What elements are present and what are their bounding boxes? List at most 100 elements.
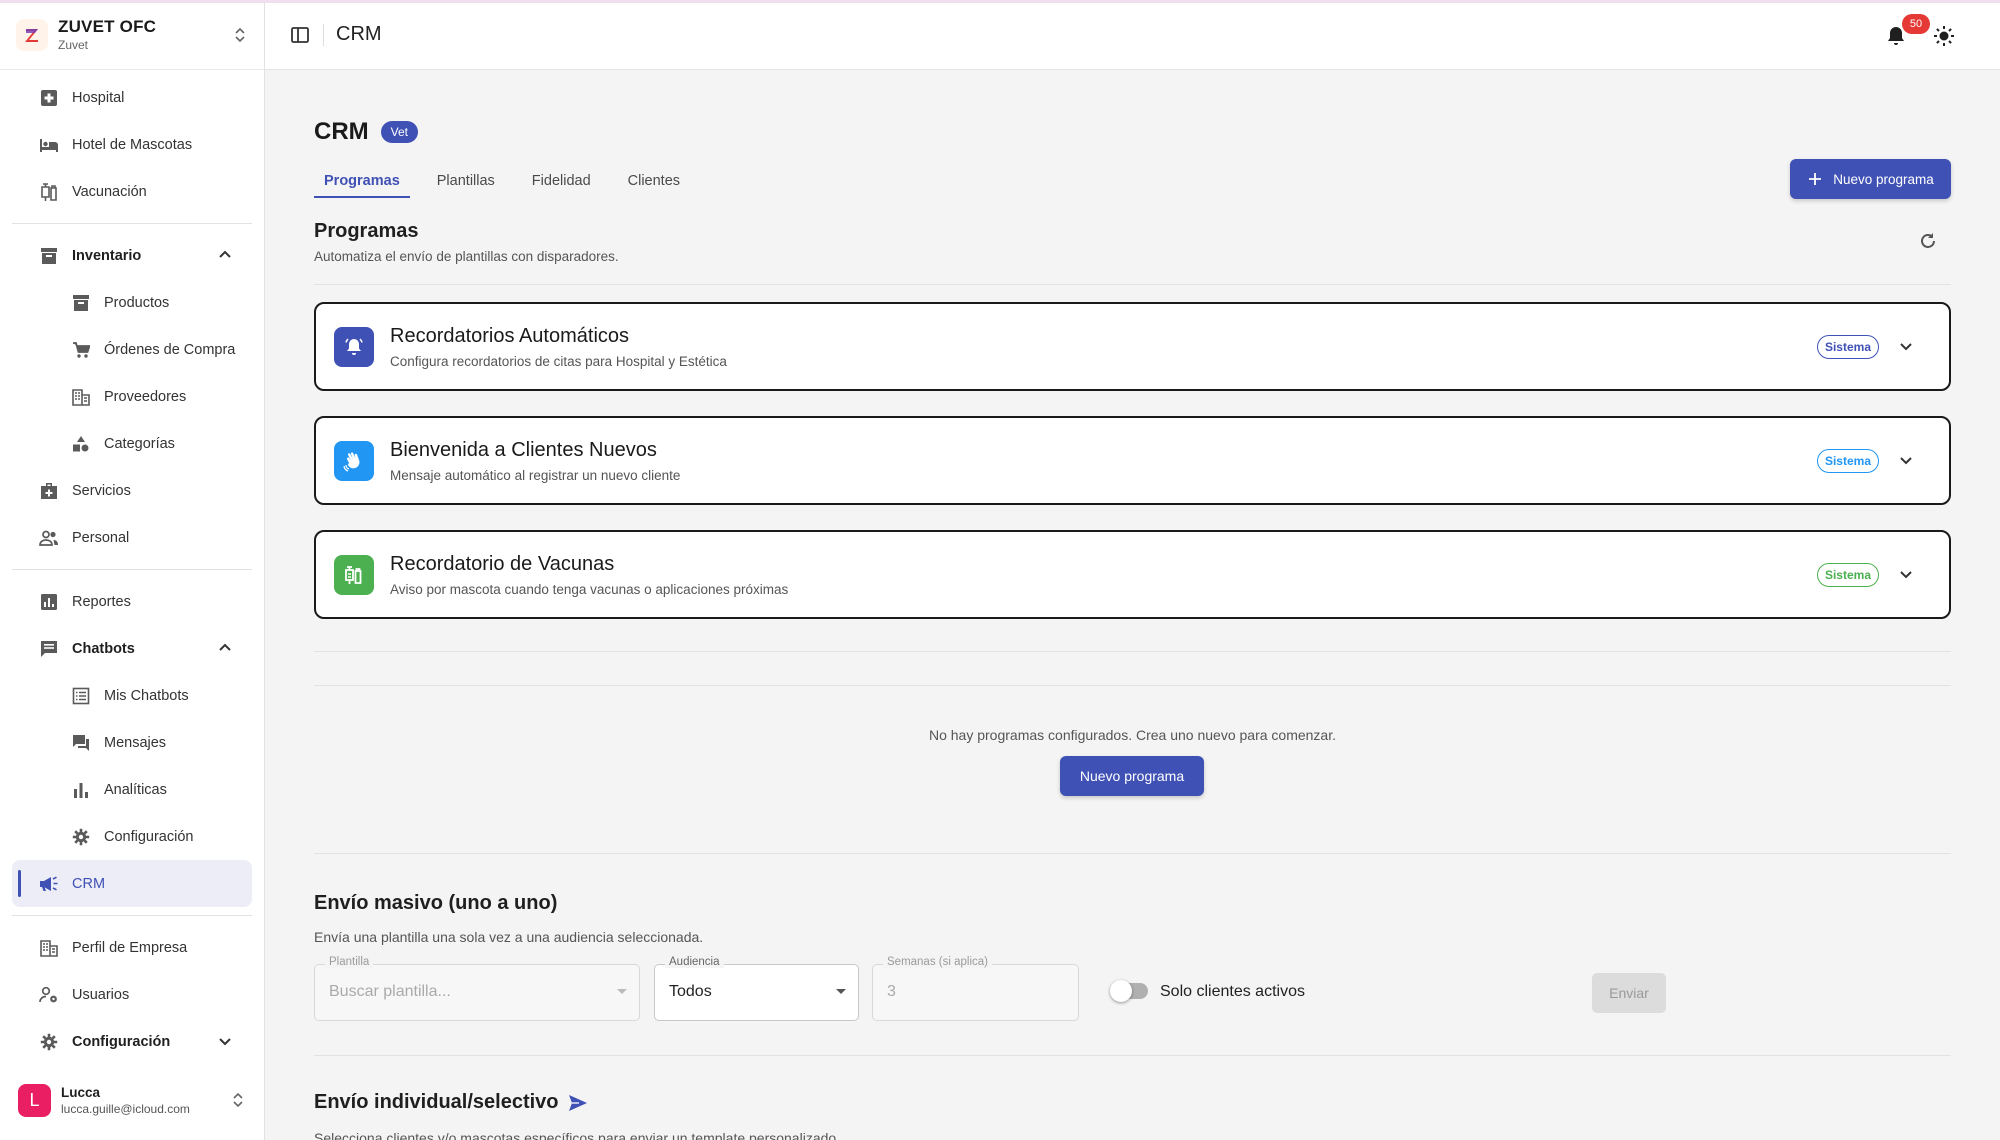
- sidebar-item-mensajes[interactable]: Mensajes: [12, 719, 252, 766]
- template-placeholder: Buscar plantilla...: [329, 983, 451, 1000]
- org-switcher[interactable]: ZUVET OFC Zuvet: [0, 0, 264, 70]
- template-field[interactable]: Plantilla Buscar plantilla...: [314, 956, 640, 1021]
- program-card[interactable]: Bienvenida a Clientes Nuevos Mensaje aut…: [314, 416, 1951, 505]
- system-chip: Sistema: [1816, 448, 1879, 473]
- page-title: CRM: [336, 23, 382, 45]
- tab-fidelidad[interactable]: Fidelidad: [522, 166, 601, 196]
- toggle-sidebar-icon[interactable]: [289, 24, 311, 46]
- sidebar-item-label: Hotel de Mascotas: [72, 136, 193, 153]
- sidebar-item-configuracion[interactable]: Configuración: [12, 1018, 252, 1065]
- dropdown-arrow-icon: [617, 989, 627, 994]
- gear-icon: [70, 826, 92, 848]
- hospital-icon: [38, 87, 60, 109]
- sidebar-item-label: Productos: [104, 294, 170, 311]
- waving-hand-icon: [334, 440, 374, 481]
- sidebar-item-label: Usuarios: [72, 986, 130, 1003]
- sidebar-divider: [12, 223, 252, 224]
- gear-icon: [38, 1031, 60, 1053]
- vaccine-icon: [334, 554, 374, 595]
- program-card-title: Recordatorio de Vacunas: [390, 552, 615, 575]
- theme-toggle-icon[interactable]: [1932, 24, 1956, 48]
- tab-programas[interactable]: Programas: [314, 166, 410, 198]
- vet-chip: Vet: [380, 121, 419, 143]
- user-menu[interactable]: L Lucca lucca.guille@icloud.com: [0, 1060, 264, 1140]
- unfold-icon[interactable]: [230, 1090, 246, 1110]
- cart-icon: [70, 339, 92, 361]
- sidebar-item-hospital[interactable]: Hospital: [12, 74, 252, 121]
- tab-clientes[interactable]: Clientes: [618, 166, 690, 196]
- unfold-icon[interactable]: [232, 25, 248, 45]
- sidebar-item-label: Configuración: [72, 1033, 171, 1050]
- chevron-up-icon[interactable]: [216, 246, 234, 264]
- sidebar-item-label: Inventario: [72, 247, 142, 264]
- sidebar-item-label: Chatbots: [72, 640, 135, 657]
- active-clients-toggle[interactable]: [1110, 980, 1148, 1002]
- main-area: CRM 50 CRM Vet Programas Plantillas Fide…: [265, 0, 2000, 1140]
- sidebar-divider: [12, 915, 252, 916]
- app-shell: ZUVET OFC Zuvet Hospital Hotel de Mascot…: [0, 0, 2000, 1140]
- sidebar-item-crm[interactable]: CRM: [12, 860, 252, 907]
- sidebar-item-perfil-empresa[interactable]: Perfil de Empresa: [12, 924, 252, 971]
- sidebar-item-configuracion-chatbots[interactable]: Configuración: [12, 813, 252, 860]
- sidebar-item-mis-chatbots[interactable]: Mis Chatbots: [12, 672, 252, 719]
- sidebar-item-categorias[interactable]: Categorías: [12, 420, 252, 467]
- sidebar-item-label: Personal: [72, 529, 130, 546]
- sidebar-item-label: Analíticas: [104, 781, 167, 798]
- programs-title: Programas: [314, 220, 419, 242]
- sidebar-item-hotel[interactable]: Hotel de Mascotas: [12, 121, 252, 168]
- refresh-icon[interactable]: [1917, 230, 1939, 252]
- bed-icon: [38, 134, 60, 156]
- chevron-down-icon[interactable]: [1895, 336, 1917, 358]
- send-button[interactable]: Enviar: [1592, 973, 1666, 1013]
- empty-new-program-button[interactable]: Nuevo programa: [1060, 756, 1204, 796]
- chevron-up-icon[interactable]: [216, 639, 234, 657]
- mass-send-title: Envío masivo (uno a uno): [314, 892, 558, 914]
- sidebar-item-label: Configuración: [104, 828, 194, 845]
- section-divider: [314, 1055, 1951, 1056]
- sidebar-item-label: Reportes: [72, 593, 131, 610]
- top-accent-line: [0, 0, 2000, 3]
- weeks-field[interactable]: Semanas (si aplica) 3: [872, 956, 1079, 1021]
- new-program-button[interactable]: Nuevo programa: [1790, 159, 1951, 199]
- sidebar-item-personal[interactable]: Personal: [12, 514, 252, 561]
- sidebar-item-label: Vacunación: [72, 183, 147, 200]
- weeks-value: 3: [887, 983, 896, 1000]
- program-card[interactable]: Recordatorios Automáticos Configura reco…: [314, 302, 1951, 391]
- program-card-subtitle: Aviso por mascota cuando tenga vacunas o…: [390, 581, 789, 597]
- weeks-label: Semanas (si aplica): [883, 956, 992, 968]
- notification-badge: 50: [1902, 14, 1930, 34]
- dropdown-arrow-icon: [836, 989, 846, 994]
- sidebar-item-chatbots[interactable]: Chatbots: [12, 625, 252, 672]
- toggle-knob: [1110, 980, 1132, 1002]
- tab-plantillas[interactable]: Plantillas: [427, 166, 505, 196]
- program-card-subtitle: Configura recordatorios de citas para Ho…: [390, 353, 727, 369]
- sidebar-item-usuarios[interactable]: Usuarios: [12, 971, 252, 1018]
- sidebar-item-analiticas[interactable]: Analíticas: [12, 766, 252, 813]
- sidebar-item-inventario[interactable]: Inventario: [12, 232, 252, 279]
- audience-select[interactable]: Audiencia Todos: [654, 956, 859, 1021]
- sidebar-item-label: Órdenes de Compra: [104, 341, 236, 358]
- forum-icon: [70, 732, 92, 754]
- individual-send-subtitle: Selecciona clientes y/o mascotas específ…: [314, 1130, 841, 1140]
- sidebar-item-label: Mensajes: [104, 734, 167, 751]
- chevron-down-icon[interactable]: [1895, 564, 1917, 586]
- sidebar-item-vacunacion[interactable]: Vacunación: [12, 168, 252, 215]
- program-card[interactable]: Recordatorio de Vacunas Aviso por mascot…: [314, 530, 1951, 619]
- chevron-down-icon[interactable]: [1895, 450, 1917, 472]
- sidebar-item-reportes[interactable]: Reportes: [12, 578, 252, 625]
- individual-send-title: Envío individual/selectivo: [314, 1091, 588, 1114]
- crm-header: CRM Vet: [314, 118, 419, 146]
- chat-icon: [38, 638, 60, 660]
- sidebar-item-productos[interactable]: Productos: [12, 279, 252, 326]
- plus-icon: [1807, 171, 1823, 187]
- sidebar-item-ordenes[interactable]: Órdenes de Compra: [12, 326, 252, 373]
- chevron-down-icon[interactable]: [216, 1032, 234, 1050]
- user-email: lucca.guille@icloud.com: [61, 1101, 190, 1116]
- system-chip: Sistema: [1816, 562, 1879, 587]
- send-arrow-icon: [568, 1094, 588, 1112]
- section-divider: [314, 284, 1951, 285]
- vaccine-icon: [38, 181, 60, 203]
- sidebar-item-proveedores[interactable]: Proveedores: [12, 373, 252, 420]
- sidebar-item-servicios[interactable]: Servicios: [12, 467, 252, 514]
- active-clients-label: Solo clientes activos: [1160, 983, 1305, 1000]
